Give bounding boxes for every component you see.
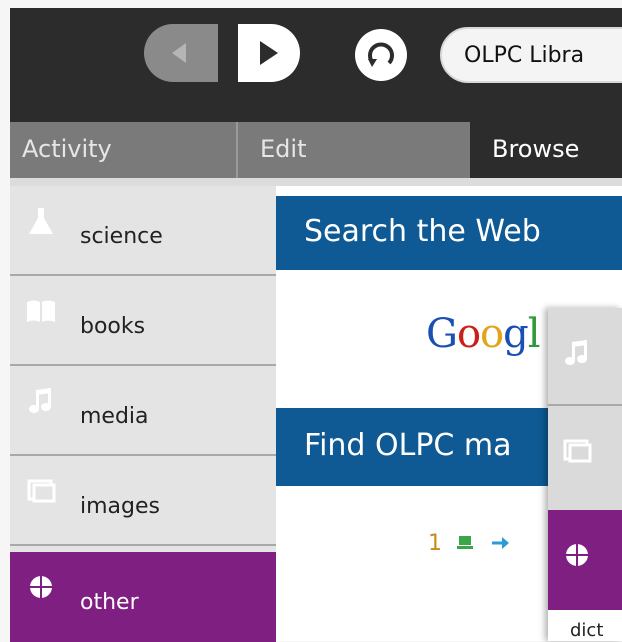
images-icon	[27, 479, 56, 503]
overlay-item-media[interactable]	[548, 308, 622, 406]
music-note-icon	[29, 388, 51, 413]
sidebar-item-science[interactable]: science	[10, 186, 276, 276]
sidebar-item-images[interactable]: images	[10, 456, 276, 546]
back-arrow-icon	[172, 43, 186, 63]
tab-activity[interactable]: Activity	[10, 122, 238, 178]
tab-browse[interactable]: Browse	[470, 122, 622, 178]
images-icon	[563, 439, 592, 463]
overlay-cut-text: dict	[570, 620, 604, 641]
sidebar-item-label: science	[80, 224, 163, 249]
sidebar-item-books[interactable]: books	[10, 276, 276, 366]
google-logo[interactable]: Googl	[426, 311, 541, 357]
back-button[interactable]	[144, 24, 218, 82]
tab-divider	[10, 178, 622, 186]
forward-arrow-icon	[260, 41, 278, 65]
sidebar-item-label: media	[80, 404, 149, 429]
sidebar-item-other[interactable]: other	[10, 552, 276, 642]
overlay-category-panel: dict	[548, 308, 622, 641]
library-sidebar: science books media images other	[10, 186, 276, 642]
music-note-icon	[565, 340, 587, 365]
flask-icon	[29, 208, 53, 234]
pager: 1	[428, 531, 510, 556]
laptop-icon[interactable]	[455, 534, 477, 552]
book-icon	[27, 300, 55, 322]
reload-icon	[368, 42, 394, 67]
url-text: OLPC Libra	[464, 43, 585, 68]
sidebar-item-label: images	[80, 494, 160, 519]
globe-icon	[30, 576, 52, 598]
overlay-item-images[interactable]	[548, 406, 622, 510]
reload-button[interactable]	[355, 29, 407, 81]
url-bar[interactable]: OLPC Libra	[440, 27, 622, 83]
tab-edit[interactable]: Edit	[238, 122, 470, 178]
page-number[interactable]: 1	[428, 531, 442, 556]
sidebar-item-media[interactable]: media	[10, 366, 276, 456]
sidebar-item-label: other	[80, 590, 139, 615]
globe-icon	[566, 544, 588, 566]
tab-bar: Activity Edit Browse	[10, 122, 622, 178]
sidebar-item-label: books	[80, 314, 146, 339]
search-heading: Search the Web	[276, 196, 622, 270]
forward-button[interactable]	[238, 24, 300, 82]
overlay-item-other[interactable]	[548, 510, 622, 610]
arrow-right-icon[interactable]	[490, 534, 510, 552]
